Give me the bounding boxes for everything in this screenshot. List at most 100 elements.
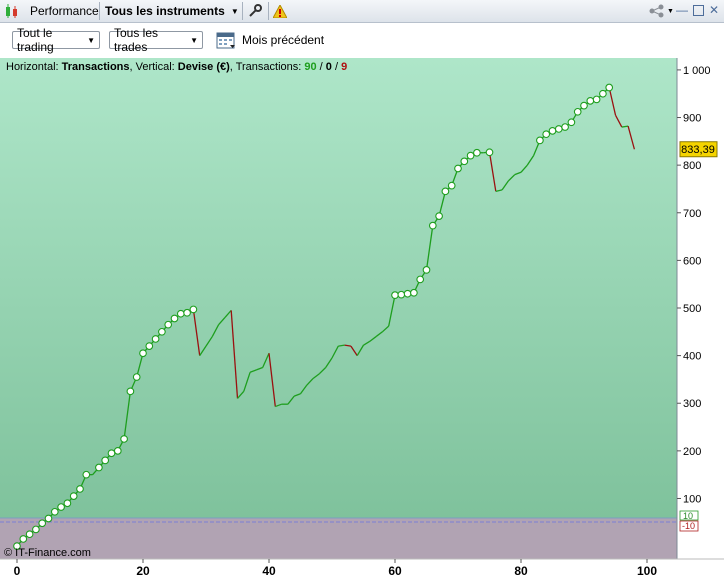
new-high-marker [140, 350, 147, 357]
minimize-button[interactable]: — [675, 3, 689, 17]
new-high-marker [159, 329, 166, 336]
new-high-marker [121, 436, 128, 443]
new-high-marker [411, 289, 418, 296]
share-icon [648, 4, 666, 18]
info-slash: / [317, 61, 326, 73]
settings-button[interactable] [248, 0, 262, 22]
info-line: Horizontal: Transactions, Vertical: Devi… [6, 61, 347, 73]
x-tick-label: 60 [388, 564, 402, 578]
new-high-marker [115, 448, 122, 455]
copyright-label: © IT-Finance.com [4, 547, 91, 559]
new-high-marker [165, 321, 172, 328]
negative-area [0, 518, 677, 559]
new-high-marker [70, 493, 77, 500]
new-high-marker [600, 90, 607, 97]
y-tick-label: 400 [683, 351, 701, 363]
instruments-dropdown[interactable]: Tous les instruments ▼ [105, 0, 239, 22]
info-count-win: 90 [304, 61, 316, 73]
last-value-label: 833,39 [681, 144, 715, 156]
warning-icon [273, 5, 287, 18]
candlestick-icon [4, 3, 22, 19]
new-high-marker [26, 531, 33, 538]
new-high-marker [562, 124, 569, 131]
x-tick-label: 20 [136, 564, 150, 578]
y-tick-label: 300 [683, 398, 701, 410]
maximize-button[interactable] [691, 3, 705, 17]
chevron-down-icon: ▼ [667, 8, 674, 15]
trading-filter-dropdown[interactable]: Tout le trading ▼ [12, 31, 100, 49]
new-high-marker [152, 336, 159, 343]
new-high-marker [448, 182, 455, 189]
new-high-marker [568, 119, 575, 126]
y-tick-label: 800 [683, 160, 701, 172]
share-button[interactable]: ▼ [648, 0, 674, 22]
divider [99, 2, 100, 20]
info-horizontal-label: Horizontal: [6, 61, 62, 73]
warning-button[interactable] [273, 0, 287, 22]
x-tick-label: 100 [637, 564, 657, 578]
new-high-marker [102, 457, 109, 464]
x-tick-label: 0 [14, 564, 21, 578]
y-tick-label: 1 000 [683, 65, 711, 77]
calendar-icon [216, 30, 236, 50]
new-high-marker [178, 310, 185, 317]
tab-performance-label: Performance [30, 4, 99, 18]
new-high-marker [556, 126, 563, 133]
minimize-icon: — [676, 3, 688, 17]
wrench-icon [248, 4, 262, 18]
new-high-marker [171, 315, 178, 322]
new-high-marker [417, 276, 424, 283]
period-selector[interactable]: Mois précédent [216, 30, 324, 50]
info-vertical-value: Devise (€) [178, 61, 230, 73]
chevron-down-icon: ▼ [87, 36, 95, 45]
chevron-down-icon: ▼ [231, 7, 239, 16]
info-horizontal-value: Transactions [62, 61, 130, 73]
new-high-marker [593, 96, 600, 103]
new-high-marker [58, 504, 65, 511]
new-high-marker [39, 520, 46, 527]
new-high-marker [474, 149, 481, 156]
new-high-marker [461, 158, 468, 165]
new-high-marker [83, 471, 90, 478]
new-high-marker [146, 343, 153, 350]
new-high-marker [184, 309, 191, 316]
trading-filter-label: Tout le trading [17, 26, 82, 54]
new-high-marker [404, 290, 411, 297]
new-high-marker [455, 165, 462, 172]
new-high-marker [190, 306, 197, 313]
tab-instruments-label: Tous les instruments [105, 4, 225, 18]
performance-tab[interactable]: Performance [4, 0, 99, 22]
close-icon: ✕ [709, 3, 719, 17]
new-high-marker [430, 222, 437, 229]
new-high-marker [77, 486, 84, 493]
new-high-marker [45, 515, 52, 522]
band-top-label: 10 [683, 511, 693, 521]
divider [242, 2, 243, 20]
new-high-marker [64, 500, 71, 507]
new-high-marker [96, 464, 103, 471]
new-high-marker [606, 84, 613, 91]
equity-chart: Horizontal: Transactions, Vertical: Devi… [0, 58, 724, 579]
trades-filter-dropdown[interactable]: Tous les trades ▼ [109, 31, 203, 49]
new-high-marker [581, 102, 588, 109]
new-high-marker [549, 128, 556, 135]
new-high-marker [133, 374, 140, 381]
trades-filter-label: Tous les trades [114, 26, 185, 54]
y-tick-label: 600 [683, 255, 701, 267]
new-high-marker [587, 98, 594, 105]
y-tick-label: 700 [683, 208, 701, 220]
close-button[interactable]: ✕ [707, 3, 721, 17]
info-slash: / [332, 61, 341, 73]
new-high-marker [543, 131, 550, 138]
x-tick-label: 40 [262, 564, 276, 578]
chart-svg: Horizontal: Transactions, Vertical: Devi… [0, 58, 724, 579]
period-label: Mois précédent [242, 33, 324, 47]
new-high-marker [467, 152, 474, 159]
positive-area [0, 58, 677, 518]
band-bottom-label: -10 [682, 521, 695, 531]
x-tick-label: 80 [514, 564, 528, 578]
new-high-marker [486, 149, 493, 156]
new-high-marker [436, 213, 443, 220]
new-high-marker [423, 267, 430, 274]
last-value-badge: 833,39 [680, 142, 717, 157]
